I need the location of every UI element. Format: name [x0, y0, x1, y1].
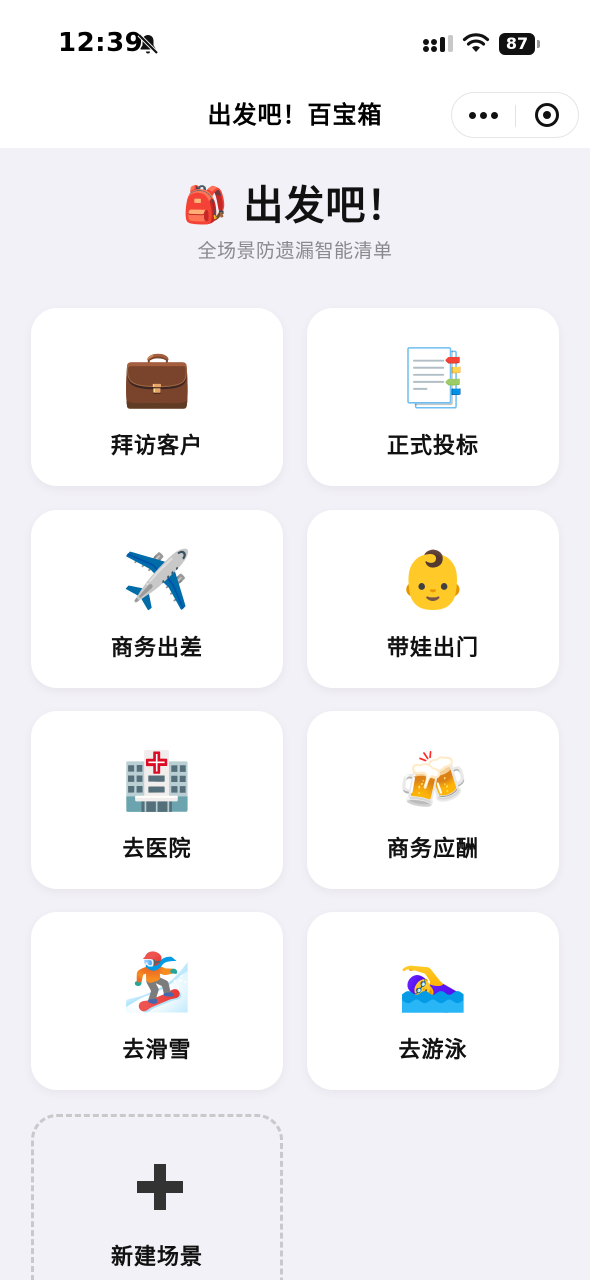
- scene-card-business-dinner[interactable]: 🍻 商务应酬: [307, 711, 559, 889]
- scene-card-bidding[interactable]: 📑 正式投标: [307, 308, 559, 486]
- baby-icon: 👶: [398, 548, 468, 613]
- scene-card-business-trip[interactable]: ✈️ 商务出差: [31, 510, 283, 688]
- signal-icon: [423, 35, 453, 52]
- miniprogram-capsule: [451, 92, 579, 138]
- scene-card-hospital[interactable]: 🏥 去医院: [31, 711, 283, 889]
- backpack-icon: 🎒: [182, 185, 228, 226]
- scene-label: 拜访客户: [110, 434, 203, 459]
- airplane-icon: ✈️: [122, 548, 192, 613]
- status-time: 12:39: [58, 28, 144, 58]
- battery-tip: [537, 40, 540, 48]
- hero-header: 🎒 出发吧！: [0, 176, 590, 236]
- hospital-icon: 🏥: [122, 749, 192, 814]
- battery-indicator: 87: [499, 33, 535, 55]
- scene-label: 去滑雪: [122, 1038, 192, 1063]
- plus-icon: [137, 1164, 183, 1210]
- scene-card-swimming[interactable]: 🏊‍♀️ 去游泳: [307, 912, 559, 1090]
- add-scene-button[interactable]: 新建场景: [31, 1114, 283, 1280]
- bell-off-icon: [137, 33, 159, 55]
- scene-label: 商务应酬: [386, 837, 479, 862]
- scene-label: 商务出差: [110, 636, 203, 661]
- swimmer-icon: 🏊‍♀️: [398, 950, 468, 1015]
- wifi-icon: [462, 33, 490, 52]
- scene-label: 去医院: [122, 837, 192, 862]
- scene-label: 带娃出门: [386, 636, 479, 661]
- hero-subtitle: 全场景防遗漏智能清单: [197, 240, 393, 262]
- scene-card-skiing[interactable]: 🏂 去滑雪: [31, 912, 283, 1090]
- scene-label: 正式投标: [386, 434, 479, 459]
- documents-icon: 📑: [398, 346, 468, 411]
- target-close-icon[interactable]: [516, 93, 579, 137]
- status-bar: 12:39 87: [0, 0, 590, 86]
- more-dots-icon[interactable]: [452, 93, 515, 137]
- nav-bar: 出发吧！百宝箱: [0, 86, 590, 148]
- scene-card-with-baby[interactable]: 👶 带娃出门: [307, 510, 559, 688]
- snowboarder-icon: 🏂: [122, 950, 192, 1015]
- add-scene-label: 新建场景: [110, 1245, 203, 1270]
- scene-card-visit-client[interactable]: 💼 拜访客户: [31, 308, 283, 486]
- briefcase-icon: 💼: [122, 346, 192, 411]
- beer-mugs-icon: 🍻: [398, 749, 468, 814]
- scene-label: 去游泳: [398, 1038, 468, 1063]
- hero-title: 出发吧！: [243, 183, 408, 229]
